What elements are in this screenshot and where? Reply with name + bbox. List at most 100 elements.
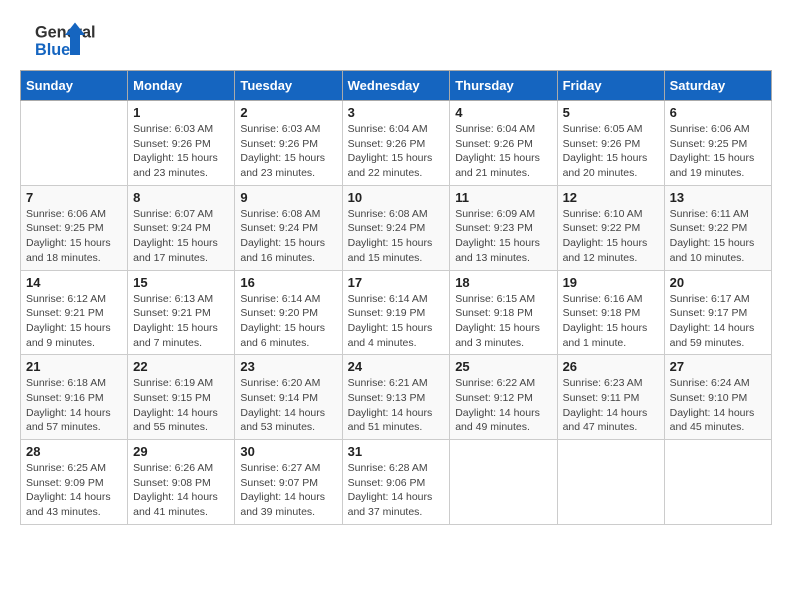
calendar-cell: 21Sunrise: 6:18 AM Sunset: 9:16 PM Dayli… [21,355,128,440]
day-info: Sunrise: 6:12 AM Sunset: 9:21 PM Dayligh… [26,292,122,351]
day-number: 9 [240,190,336,205]
calendar-cell: 29 Sunrise: 6:26 AM Sunset: 9:08 PM Dayli… [128,440,235,525]
day-number: 28 [26,444,122,459]
calendar-cell [21,101,128,186]
day-info: Sunrise: 6:04 AM Sunset: 9:26 PM Dayligh… [348,122,445,181]
calendar-cell: 4Sunrise: 6:04 AM Sunset: 9:26 PM Daylig… [450,101,557,186]
day-number: 30 [240,444,336,459]
day-number: 1 [133,105,229,120]
day-number: 13 [670,190,766,205]
day-info: Sunrise: 6:08 AM Sunset: 9:24 PM Dayligh… [240,207,336,266]
day-info: Sunrise: 6:14 AM Sunset: 9:19 PM Dayligh… [348,292,445,351]
day-number: 6 [670,105,766,120]
day-number: 25 [455,359,551,374]
day-info: Sunrise: 6:09 AM Sunset: 9:23 PM Dayligh… [455,207,551,266]
day-info: Sunrise: 6:03 AM Sunset: 9:26 PM Dayligh… [240,122,336,181]
day-number: 3 [348,105,445,120]
day-info: Sunrise: 6:15 AM Sunset: 9:18 PM Dayligh… [455,292,551,351]
svg-text:General: General [35,24,96,42]
calendar-cell: 13Sunrise: 6:11 AM Sunset: 9:22 PM Dayli… [664,185,771,270]
day-number: 14 [26,275,122,290]
weekday-header-cell: Friday [557,71,664,101]
calendar-cell: 19 Sunrise: 6:16 AM Sunset: 9:18 PM Dayli… [557,270,664,355]
day-info: Sunrise: 6:05 AM Sunset: 9:26 PM Dayligh… [563,122,659,181]
day-number: 15 [133,275,229,290]
day-number: 16 [240,275,336,290]
calendar-cell: 31 Sunrise: 6:28 AM Sunset: 9:06 PM Dayli… [342,440,450,525]
day-info: Sunrise: 6:03 AM Sunset: 9:26 PM Dayligh… [133,122,229,181]
calendar-body: 1 Sunrise: 6:03 AM Sunset: 9:26 PM Daylig… [21,101,772,525]
day-number: 31 [348,444,445,459]
calendar-week-row: 21Sunrise: 6:18 AM Sunset: 9:16 PM Dayli… [21,355,772,440]
weekday-header-cell: Tuesday [235,71,342,101]
day-number: 4 [455,105,551,120]
calendar-cell: 14 Sunrise: 6:12 AM Sunset: 9:21 PM Dayli… [21,270,128,355]
calendar-cell: 28 Sunrise: 6:25 AM Sunset: 9:09 PM Dayli… [21,440,128,525]
day-info: Sunrise: 6:28 AM Sunset: 9:06 PM Dayligh… [348,461,445,520]
day-info: Sunrise: 6:13 AM Sunset: 9:21 PM Dayligh… [133,292,229,351]
weekday-header-cell: Saturday [664,71,771,101]
calendar-table: SundayMondayTuesdayWednesdayThursdayFrid… [20,70,772,525]
calendar-cell: 25 Sunrise: 6:22 AM Sunset: 9:12 PM Dayli… [450,355,557,440]
calendar-cell: 26Sunrise: 6:23 AM Sunset: 9:11 PM Dayli… [557,355,664,440]
calendar-cell: 15 Sunrise: 6:13 AM Sunset: 9:21 PM Dayli… [128,270,235,355]
day-number: 2 [240,105,336,120]
day-info: Sunrise: 6:25 AM Sunset: 9:09 PM Dayligh… [26,461,122,520]
logo-icon: General Blue [20,20,100,60]
day-number: 23 [240,359,336,374]
day-number: 11 [455,190,551,205]
day-info: Sunrise: 6:22 AM Sunset: 9:12 PM Dayligh… [455,376,551,435]
day-number: 22 [133,359,229,374]
day-number: 24 [348,359,445,374]
calendar-cell: 22Sunrise: 6:19 AM Sunset: 9:15 PM Dayli… [128,355,235,440]
calendar-cell: 3 Sunrise: 6:04 AM Sunset: 9:26 PM Daylig… [342,101,450,186]
day-info: Sunrise: 6:21 AM Sunset: 9:13 PM Dayligh… [348,376,445,435]
calendar-week-row: 28 Sunrise: 6:25 AM Sunset: 9:09 PM Dayli… [21,440,772,525]
calendar-cell: 8 Sunrise: 6:07 AM Sunset: 9:24 PM Daylig… [128,185,235,270]
calendar-cell: 18Sunrise: 6:15 AM Sunset: 9:18 PM Dayli… [450,270,557,355]
day-number: 21 [26,359,122,374]
day-number: 17 [348,275,445,290]
weekday-header-cell: Thursday [450,71,557,101]
day-number: 29 [133,444,229,459]
day-number: 12 [563,190,659,205]
calendar-cell: 30 Sunrise: 6:27 AM Sunset: 9:07 PM Dayli… [235,440,342,525]
calendar-cell: 2 Sunrise: 6:03 AM Sunset: 9:26 PM Daylig… [235,101,342,186]
weekday-header-row: SundayMondayTuesdayWednesdayThursdayFrid… [21,71,772,101]
day-number: 19 [563,275,659,290]
weekday-header-cell: Sunday [21,71,128,101]
svg-text:Blue: Blue [35,41,70,59]
calendar-cell: 5 Sunrise: 6:05 AM Sunset: 9:26 PM Daylig… [557,101,664,186]
day-info: Sunrise: 6:26 AM Sunset: 9:08 PM Dayligh… [133,461,229,520]
day-number: 10 [348,190,445,205]
calendar-cell [557,440,664,525]
calendar-cell [664,440,771,525]
weekday-header-cell: Wednesday [342,71,450,101]
logo: General Blue [20,20,100,60]
calendar-cell: 23 Sunrise: 6:20 AM Sunset: 9:14 PM Dayli… [235,355,342,440]
day-number: 7 [26,190,122,205]
calendar-cell: 11 Sunrise: 6:09 AM Sunset: 9:23 PM Dayli… [450,185,557,270]
day-info: Sunrise: 6:14 AM Sunset: 9:20 PM Dayligh… [240,292,336,351]
day-info: Sunrise: 6:16 AM Sunset: 9:18 PM Dayligh… [563,292,659,351]
calendar-week-row: 14 Sunrise: 6:12 AM Sunset: 9:21 PM Dayli… [21,270,772,355]
calendar-cell: 9 Sunrise: 6:08 AM Sunset: 9:24 PM Daylig… [235,185,342,270]
calendar-cell: 27Sunrise: 6:24 AM Sunset: 9:10 PM Dayli… [664,355,771,440]
calendar-cell: 16 Sunrise: 6:14 AM Sunset: 9:20 PM Dayli… [235,270,342,355]
calendar-week-row: 1 Sunrise: 6:03 AM Sunset: 9:26 PM Daylig… [21,101,772,186]
calendar-cell: 12Sunrise: 6:10 AM Sunset: 9:22 PM Dayli… [557,185,664,270]
day-info: Sunrise: 6:27 AM Sunset: 9:07 PM Dayligh… [240,461,336,520]
calendar-cell: 7 Sunrise: 6:06 AM Sunset: 9:25 PM Daylig… [21,185,128,270]
day-info: Sunrise: 6:07 AM Sunset: 9:24 PM Dayligh… [133,207,229,266]
day-number: 26 [563,359,659,374]
calendar-cell: 24 Sunrise: 6:21 AM Sunset: 9:13 PM Dayli… [342,355,450,440]
day-info: Sunrise: 6:06 AM Sunset: 9:25 PM Dayligh… [26,207,122,266]
day-number: 8 [133,190,229,205]
calendar-cell: 10Sunrise: 6:08 AM Sunset: 9:24 PM Dayli… [342,185,450,270]
calendar-cell: 20Sunrise: 6:17 AM Sunset: 9:17 PM Dayli… [664,270,771,355]
calendar-cell [450,440,557,525]
calendar-cell: 6Sunrise: 6:06 AM Sunset: 9:25 PM Daylig… [664,101,771,186]
day-number: 5 [563,105,659,120]
day-info: Sunrise: 6:20 AM Sunset: 9:14 PM Dayligh… [240,376,336,435]
calendar-week-row: 7 Sunrise: 6:06 AM Sunset: 9:25 PM Daylig… [21,185,772,270]
